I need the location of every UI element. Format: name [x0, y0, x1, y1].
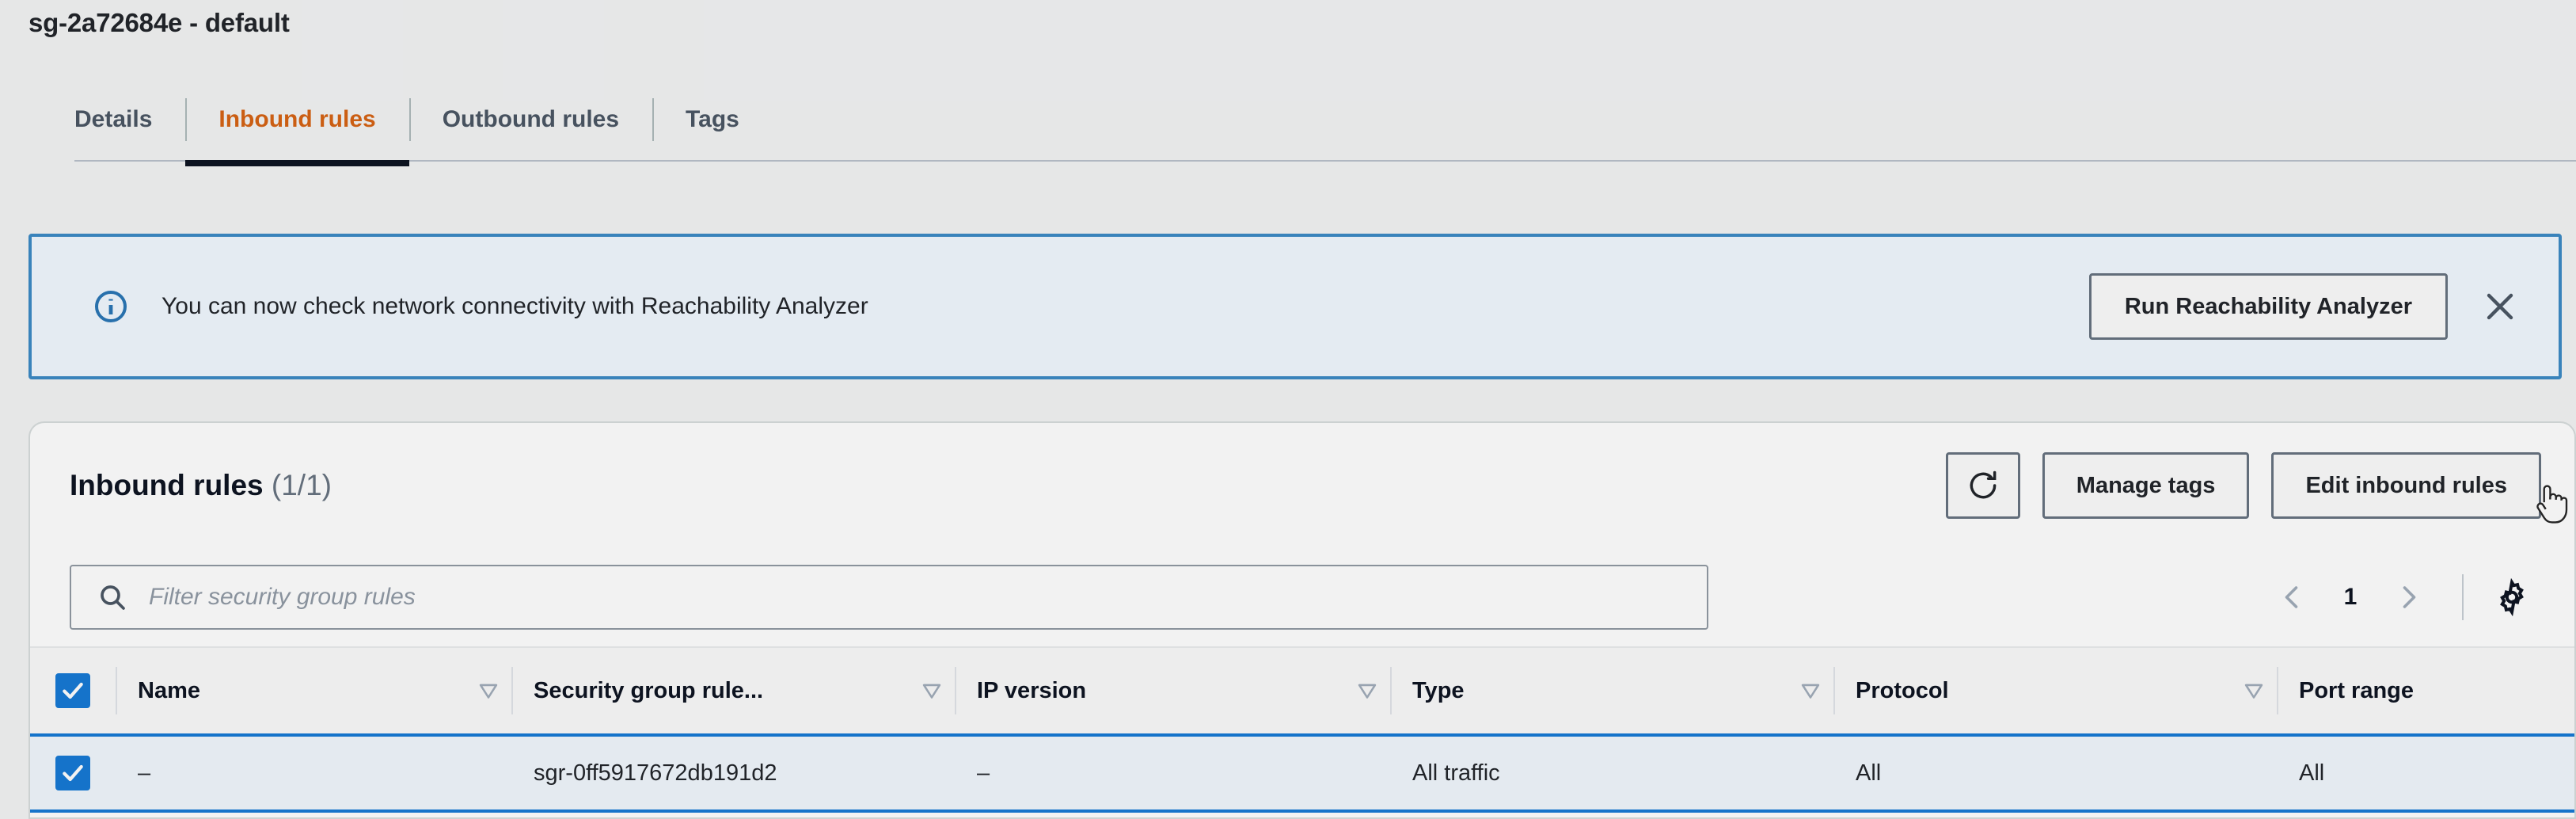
panel-counter: (1/1)	[271, 469, 332, 501]
table-preferences-button[interactable]	[2481, 566, 2543, 628]
gear-icon	[2493, 578, 2531, 616]
refresh-button[interactable]	[1945, 452, 2020, 519]
flashbar-message: You can now check network connectivity w…	[161, 293, 868, 319]
info-flashbar: You can now check network connectivity w…	[28, 234, 2562, 379]
tab-inbound-rules[interactable]: Inbound rules	[185, 76, 410, 166]
pagination-page-1[interactable]: 1	[2324, 566, 2377, 629]
column-label: Security group rule...	[534, 677, 764, 703]
column-header-ip-version[interactable]: IP version	[955, 646, 1390, 736]
cell-port-range: All	[2277, 733, 2574, 813]
inbound-rules-table: Name Security group rule... IP version T…	[30, 646, 2574, 813]
column-header-type[interactable]: Type	[1390, 646, 1833, 736]
tab-details[interactable]: Details	[28, 76, 185, 163]
tab-label: Inbound rules	[218, 106, 376, 132]
chevron-right-icon	[2394, 583, 2422, 611]
search-input[interactable]	[149, 584, 1707, 611]
pagination: 1	[2261, 566, 2543, 629]
filter-row: 1	[30, 548, 2574, 646]
sort-descending-icon	[1797, 677, 1824, 704]
column-header-name[interactable]: Name	[116, 646, 511, 736]
panel-actions: Manage tags Edit inbound rules	[1945, 452, 2541, 519]
panel-title: Inbound rules (1/1)	[70, 469, 332, 502]
tab-tags[interactable]: Tags	[652, 76, 773, 163]
select-all-checkbox[interactable]	[55, 673, 90, 708]
panel-header: Inbound rules (1/1) Manage tags Edit inb…	[30, 423, 2574, 548]
column-label: Protocol	[1856, 677, 1949, 703]
check-icon	[60, 760, 85, 786]
info-icon	[92, 288, 130, 326]
column-label: IP version	[977, 677, 1087, 703]
table-row[interactable]: – sgr-0ff5917672db191d2 – All traffic Al…	[30, 733, 2574, 813]
manage-tags-button[interactable]: Manage tags	[2042, 452, 2250, 519]
pagination-prev-button[interactable]	[2261, 566, 2324, 629]
edit-inbound-rules-button[interactable]: Edit inbound rules	[2271, 452, 2541, 519]
refresh-icon	[1966, 468, 2000, 503]
cell-name: –	[116, 733, 511, 813]
tab-label: Tags	[686, 106, 739, 132]
tab-outbound-rules[interactable]: Outbound rules	[408, 76, 652, 163]
row-select-cell	[30, 733, 116, 813]
table-body: – sgr-0ff5917672db191d2 – All traffic Al…	[30, 733, 2574, 813]
table-header-row: Name Security group rule... IP version T…	[30, 646, 2574, 736]
check-icon	[60, 678, 85, 703]
cell-type: All traffic	[1390, 733, 1833, 813]
panel-title-text: Inbound rules	[70, 469, 264, 501]
sort-descending-icon	[1354, 677, 1381, 704]
tab-label: Outbound rules	[442, 106, 620, 132]
column-header-security-group-rule-id[interactable]: Security group rule...	[511, 646, 955, 736]
cell-protocol: All	[1833, 733, 2277, 813]
search-box[interactable]	[70, 565, 1708, 630]
sort-descending-icon	[475, 677, 502, 704]
table-header: Name Security group rule... IP version T…	[30, 646, 2574, 736]
search-icon	[97, 581, 128, 613]
pagination-divider	[2462, 574, 2464, 620]
cell-security-group-rule-id: sgr-0ff5917672db191d2	[511, 733, 955, 813]
column-header-protocol[interactable]: Protocol	[1833, 646, 2277, 736]
chevron-left-icon	[2278, 583, 2307, 611]
column-label: Type	[1412, 677, 1465, 703]
close-icon[interactable]	[2472, 278, 2529, 335]
row-checkbox[interactable]	[55, 756, 90, 790]
page-title: sg-2a72684e - default	[28, 8, 290, 37]
tab-bar: Details Inbound rules Outbound rules Tag…	[28, 76, 2576, 181]
sort-descending-icon	[2240, 677, 2267, 704]
cell-ip-version: –	[955, 733, 1390, 813]
inbound-rules-panel: Inbound rules (1/1) Manage tags Edit inb…	[28, 421, 2576, 819]
pagination-next-button[interactable]	[2377, 566, 2440, 629]
sort-descending-icon	[918, 677, 945, 704]
tab-label: Details	[74, 106, 153, 132]
security-group-detail-page: sg-2a72684e - default Details Inbound ru…	[0, 0, 2576, 819]
select-all-header	[30, 646, 116, 736]
column-label: Name	[138, 677, 200, 703]
column-label: Port range	[2299, 677, 2415, 703]
column-header-port-range[interactable]: Port range	[2277, 646, 2574, 736]
run-reachability-analyzer-button[interactable]: Run Reachability Analyzer	[2088, 273, 2448, 340]
